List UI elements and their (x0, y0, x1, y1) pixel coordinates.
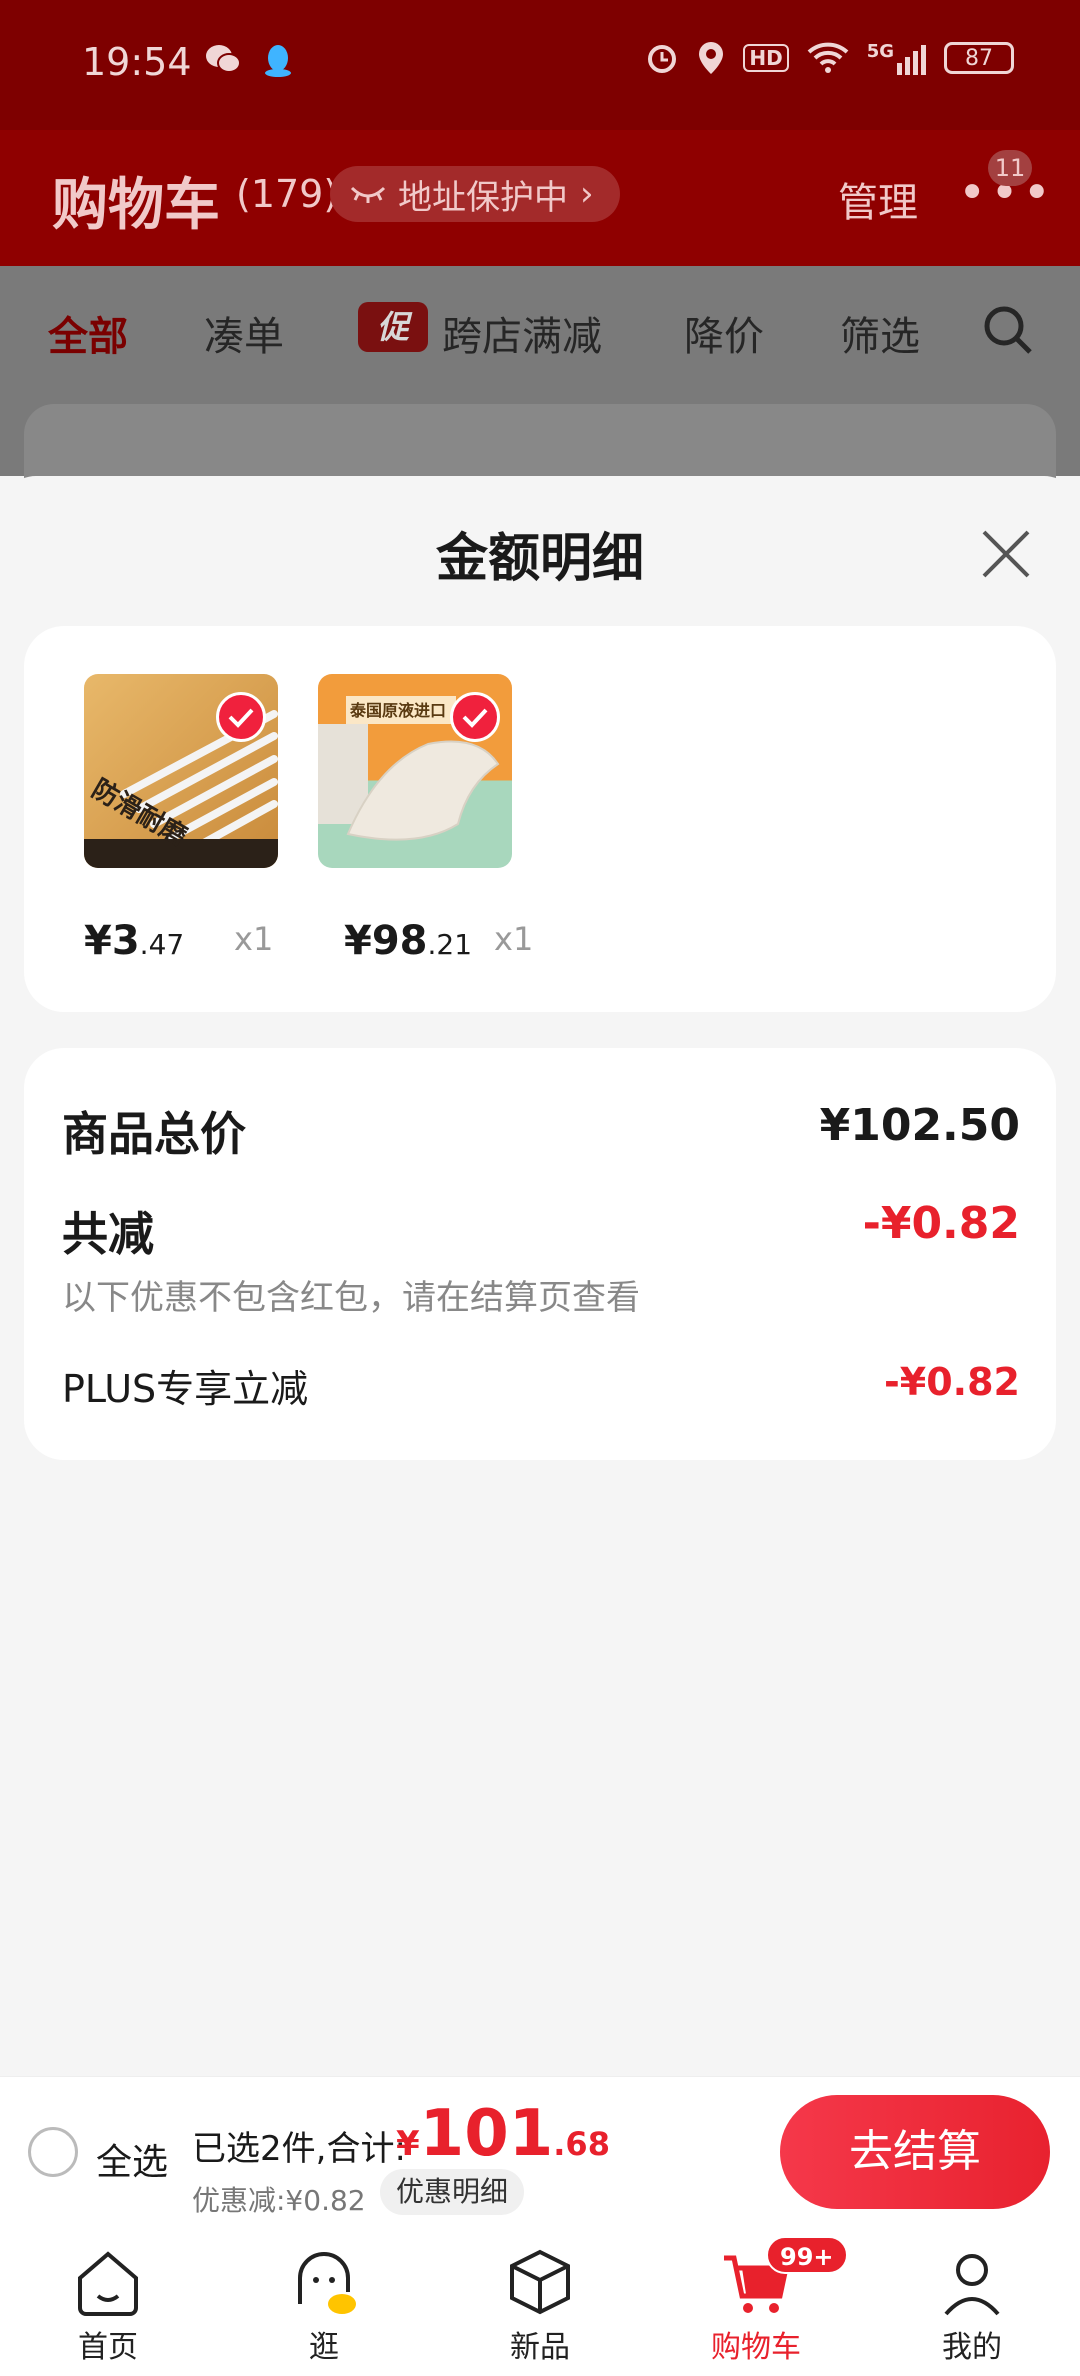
plus-discount-label: PLUS专享立减 (62, 1367, 309, 1411)
hd-icon: HD (743, 44, 789, 72)
checkout-bar: 全选 已选2件,合计: ¥101.68 优惠减:¥0.82 优惠明细 去结算 (0, 2076, 1080, 2226)
browse-icon (298, 2252, 356, 2314)
product-image-text: 泰国原液进口 (349, 701, 446, 720)
nav-home-label: 首页 (78, 2330, 138, 2365)
page-title: 购物车 (52, 173, 220, 238)
select-all-checkbox[interactable] (28, 2127, 78, 2177)
promo-tag: 促 (358, 302, 428, 352)
wifi-icon (807, 42, 849, 73)
selected-summary: 已选2件,合计: (192, 2129, 406, 2169)
total-price-label: 商品总价 (62, 1107, 246, 1161)
nav-cart[interactable]: 购物车 99+ (686, 2236, 848, 2366)
select-all-label[interactable]: 全选 (96, 2133, 168, 2185)
home-icon (78, 2251, 138, 2316)
manage-button[interactable]: 管理 (838, 170, 918, 228)
price-integer: ¥3 (84, 918, 140, 964)
status-time: 19:54 (82, 40, 192, 84)
profile-icon (944, 2254, 1000, 2316)
bottom-tabbar: 首页 逛 新品 购物车 99+ 我的 (0, 2226, 1080, 2376)
product-image-pillow: 泰国原液进口 (318, 674, 512, 868)
selected-check-icon (450, 692, 500, 742)
product-item[interactable]: 防滑耐磨 ¥3.47 x1 (84, 674, 284, 964)
search-icon[interactable] (980, 302, 1036, 358)
discount-detail-button[interactable]: 优惠明细 (380, 2169, 525, 2215)
status-bar: 19:54 HD 5G 87 (0, 0, 1080, 130)
summary-card: 商品总价 ¥102.50 共减 -¥0.82 以下优惠不包含红包，请在结算页查看… (24, 1048, 1056, 1460)
product-qty: x1 (494, 920, 534, 958)
nav-profile[interactable]: 我的 (902, 2244, 1042, 2366)
filter-tabs: 全部 凑单 促 跨店满减 降价 筛选 (0, 266, 1080, 396)
tab-bundle[interactable]: 凑单 (204, 304, 284, 362)
product-item[interactable]: 泰国原液进口 ¥98.21 x1 (318, 674, 533, 964)
wechat-icon (206, 45, 241, 73)
plus-discount-value: -¥0.82 (884, 1360, 1020, 1404)
product-qty: x1 (234, 920, 274, 958)
checkout-button[interactable]: 去结算 (780, 2095, 1050, 2209)
price-decimal: .47 (139, 928, 185, 961)
product-price: ¥3.47 (84, 918, 184, 964)
amount-detail-sheet: 金额明细 防滑耐磨 ¥3.47 x1 泰国原液进口 ¥98.21 x1 商品总价… (0, 476, 1080, 2076)
battery-level: 87 (965, 45, 993, 71)
total-integer: 101 (419, 2097, 554, 2171)
discount-label: 共减 (62, 1207, 154, 1261)
address-protect-label: 地址保护中 (398, 177, 568, 218)
battery-icon: 87 (944, 42, 1014, 74)
discount-note: 以下优惠不包含红包，请在结算页查看 (62, 1278, 640, 1318)
nav-browse[interactable]: 逛 (254, 2244, 394, 2366)
cart-badge: 99+ (766, 2236, 848, 2274)
nav-new[interactable]: 新品 (470, 2244, 610, 2366)
5g-signal-icon: 5G (867, 41, 926, 75)
product-image-chopsticks: 防滑耐磨 (84, 674, 278, 868)
price-integer: ¥98 (344, 918, 428, 964)
selected-check-icon (216, 692, 266, 742)
total-decimal: .68 (553, 2125, 610, 2163)
product-price: ¥98.21 (344, 918, 472, 964)
network-label: 5G (866, 41, 894, 62)
chevron-right-icon: › (580, 174, 594, 214)
address-protect-pill[interactable]: 地址保护中 › (330, 166, 620, 222)
products-card: 防滑耐磨 ¥3.47 x1 泰国原液进口 ¥98.21 x1 (24, 626, 1056, 1012)
qq-icon (265, 45, 291, 77)
discount-summary: 优惠减:¥0.82 (192, 2184, 366, 2217)
total-currency: ¥ (396, 2124, 420, 2164)
tab-cross-store[interactable]: 跨店满减 (442, 304, 602, 362)
new-box-icon (510, 2249, 570, 2315)
total-amount: ¥101.68 (396, 2097, 610, 2171)
closed-eye-icon (350, 186, 386, 203)
nav-home[interactable]: 首页 (38, 2244, 178, 2366)
nav-browse-label: 逛 (309, 2330, 339, 2365)
cart-header: 购物车 (179) 地址保护中 › 管理 ••• 11 (0, 130, 1080, 266)
tab-all[interactable]: 全部 (48, 304, 128, 362)
tab-price-drop[interactable]: 降价 (684, 304, 764, 362)
location-icon (699, 42, 724, 74)
nav-profile-label: 我的 (942, 2330, 1002, 2365)
close-icon[interactable] (978, 526, 1034, 582)
tab-filter[interactable]: 筛选 (840, 304, 920, 362)
nav-cart-label: 购物车 (711, 2330, 801, 2365)
sheet-title: 金额明细 (435, 529, 644, 589)
total-price-value: ¥102.50 (819, 1100, 1020, 1151)
alarm-icon (648, 45, 677, 73)
discount-value: -¥0.82 (862, 1198, 1020, 1249)
cart-count: (179) (236, 172, 339, 216)
message-badge: 11 (988, 150, 1032, 186)
price-decimal: .21 (427, 928, 473, 961)
nav-new-label: 新品 (510, 2330, 570, 2365)
